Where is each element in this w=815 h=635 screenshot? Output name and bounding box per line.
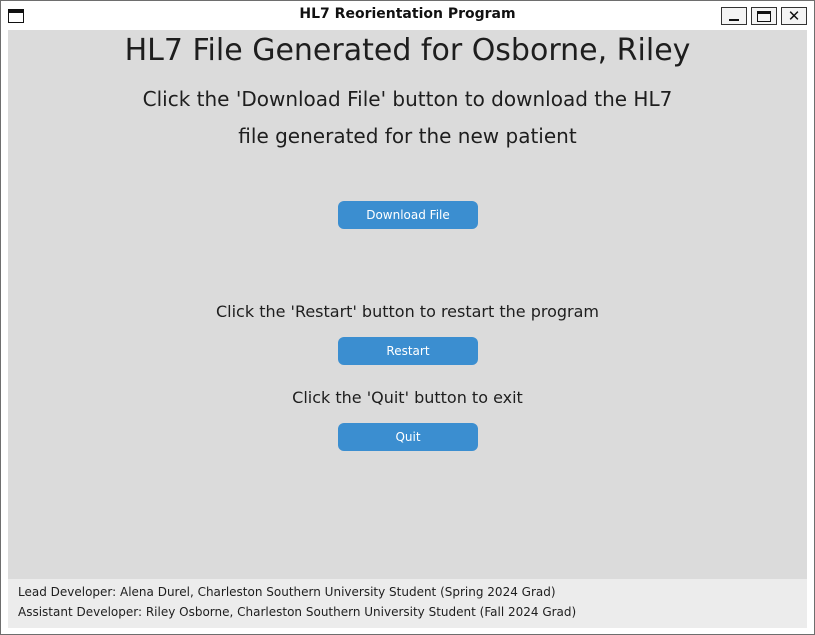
minimize-icon [729,19,739,21]
maximize-button[interactable] [751,7,777,25]
quit-button[interactable]: Quit [338,423,478,451]
download-instruction-line1: Click the 'Download File' button to down… [142,87,673,111]
lead-developer-credit: Lead Developer: Alena Durel, Charleston … [18,585,556,599]
minimize-button[interactable] [721,7,747,25]
main-panel: HL7 File Generated for Osborne, Riley Cl… [8,30,807,579]
download-instruction-line2: file generated for the new patient [238,124,577,148]
maximize-icon [757,10,771,22]
page-title: HL7 File Generated for Osborne, Riley [124,33,691,68]
close-button[interactable]: ✕ [781,7,807,25]
close-icon: ✕ [787,6,801,25]
assistant-developer-credit: Assistant Developer: Riley Osborne, Char… [18,605,577,619]
app-window: HL7 Reorientation Program ✕ HL7 File Gen… [0,0,815,635]
download-file-button[interactable]: Download File [338,201,478,229]
credits-footer: Lead Developer: Alena Durel, Charleston … [8,579,807,628]
restart-instruction: Click the 'Restart' button to restart th… [215,302,599,321]
quit-instruction: Click the 'Quit' button to exit [292,388,523,407]
title-bar[interactable]: HL7 Reorientation Program ✕ [1,1,814,30]
restart-button[interactable]: Restart [338,337,478,365]
window-title: HL7 Reorientation Program [299,6,516,22]
